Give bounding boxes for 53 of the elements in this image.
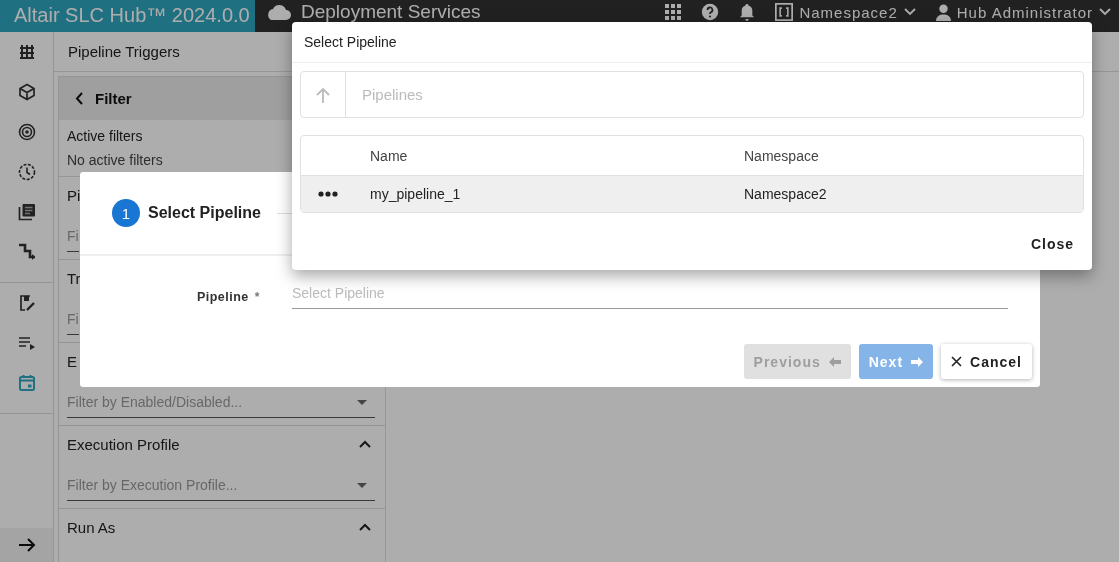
search-box[interactable]: Pipelines: [300, 71, 1084, 118]
filter-field[interactable]: Fi: [67, 304, 79, 335]
bell-icon[interactable]: [739, 3, 756, 21]
column-header: Namespace: [744, 147, 819, 164]
table-row[interactable]: my_pipeline_1 Namespace2: [301, 176, 1083, 212]
apps-grid-icon[interactable]: [665, 4, 682, 20]
caret-up-icon[interactable]: [359, 523, 371, 531]
table-cell: Namespace2: [744, 186, 827, 202]
more-icon[interactable]: [317, 191, 338, 197]
close-button[interactable]: Close: [1022, 231, 1082, 257]
dialog-title: Select Pipeline: [304, 34, 397, 50]
table-cell-text: my_pipeline_1: [370, 186, 462, 202]
panel-title: Filter: [95, 90, 132, 107]
user-menu[interactable]: Hub Administrator: [935, 3, 1111, 21]
required-mark: *: [254, 290, 260, 304]
clock-icon[interactable]: [17, 163, 36, 181]
steps-icon[interactable]: [17, 243, 36, 261]
chevron-down-icon: [1099, 8, 1111, 16]
dropdown-arrow-icon: [357, 482, 367, 488]
section-title: Execution Profile: [67, 435, 180, 453]
cloud-icon: [265, 2, 291, 21]
field-label: Pipeline *: [195, 290, 260, 306]
target-icon[interactable]: [17, 123, 36, 141]
active-filters-label: Active filters: [67, 128, 144, 144]
step-number: 1: [112, 199, 140, 227]
section-title: Run As: [67, 518, 116, 536]
step-label: Select Pipeline: [148, 204, 261, 222]
namespace-selector[interactable]: Namespace2: [775, 3, 916, 21]
close-icon: [951, 356, 963, 367]
chevron-down-icon: [903, 8, 916, 16]
calendar-icon[interactable]: [17, 374, 36, 392]
section-title: Tr: [67, 269, 81, 287]
page-title: Pipeline Triggers: [68, 43, 180, 60]
column-header: Name: [370, 147, 409, 164]
section-title: Pi: [67, 186, 81, 204]
app-title: Deployment Services: [301, 2, 481, 21]
section-title: E: [67, 352, 77, 370]
shelves-icon[interactable]: [17, 43, 36, 61]
filter-dropdown[interactable]: Filter by Execution Profile...: [67, 470, 375, 501]
cancel-button[interactable]: Cancel: [941, 344, 1032, 379]
arrow-right-icon: [911, 356, 924, 367]
cube-icon[interactable]: [17, 83, 36, 101]
note-edit-icon[interactable]: [17, 294, 36, 312]
playlist-icon[interactable]: [17, 334, 36, 352]
back-chevron-icon[interactable]: [75, 92, 83, 105]
arrow-left-icon: [828, 356, 841, 367]
caret-up-icon[interactable]: [359, 440, 371, 448]
arrow-right-icon[interactable]: [17, 537, 36, 553]
product-title: Altair SLC Hub™ 2024.0.0: [0, 0, 255, 32]
dropdown-arrow-icon: [357, 399, 367, 405]
library-icon[interactable]: [17, 203, 36, 221]
help-icon[interactable]: [701, 3, 720, 21]
filter-field[interactable]: Fi: [67, 221, 79, 252]
